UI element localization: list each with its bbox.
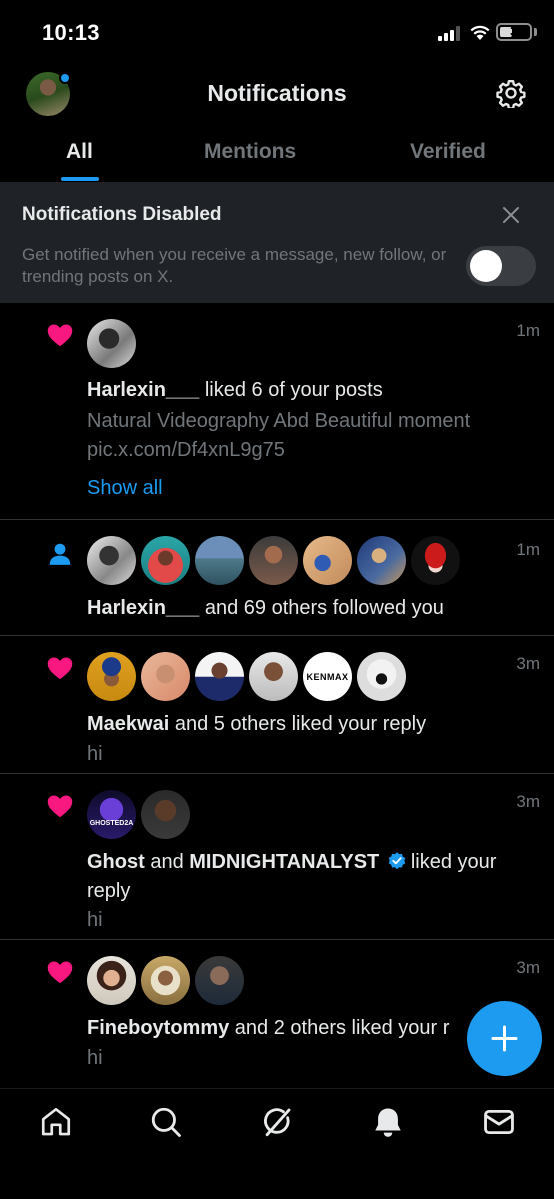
notifications-toggle[interactable] bbox=[466, 246, 536, 286]
header: Notifications bbox=[0, 62, 554, 126]
home-icon[interactable] bbox=[39, 1105, 73, 1139]
wifi-icon bbox=[470, 25, 490, 40]
avatar[interactable] bbox=[87, 536, 136, 585]
verified-badge-icon bbox=[388, 852, 406, 870]
actor2-name[interactable]: MIDNIGHTANALYST bbox=[189, 851, 379, 873]
action-text: and 2 others liked your r bbox=[229, 1017, 450, 1039]
reply-preview: hi bbox=[87, 909, 103, 931]
show-all-link[interactable]: Show all bbox=[87, 477, 163, 500]
avatar[interactable] bbox=[249, 536, 298, 585]
action-text: and 5 others liked your reply bbox=[169, 713, 427, 735]
notifications-disabled-banner: Notifications Disabled Get notified when… bbox=[0, 182, 554, 303]
heart-icon bbox=[47, 324, 73, 347]
toggle-knob bbox=[470, 250, 502, 282]
reply-preview: hi bbox=[87, 1047, 103, 1069]
notification-text: Maekwai and 5 others liked your reply bbox=[87, 710, 426, 739]
avatar-group: GHOSTED2A bbox=[87, 790, 197, 840]
messages-icon[interactable] bbox=[482, 1105, 516, 1139]
heart-icon bbox=[47, 657, 73, 680]
reply-preview: hi bbox=[87, 743, 103, 765]
avatar[interactable] bbox=[141, 790, 190, 839]
battery-icon: 3 bbox=[496, 23, 532, 41]
grok-icon[interactable] bbox=[260, 1105, 294, 1139]
signal-icon bbox=[438, 25, 464, 41]
avatar[interactable] bbox=[357, 536, 406, 585]
gear-icon[interactable] bbox=[496, 78, 526, 108]
bottom-nav bbox=[0, 1088, 554, 1199]
actor-name[interactable]: Fineboytommy bbox=[87, 1017, 229, 1039]
action-text-line2: reply bbox=[87, 880, 131, 902]
notifications-feed: 1m Harlexin___ liked 6 of your posts Nat… bbox=[0, 303, 554, 1080]
person-icon bbox=[49, 543, 71, 565]
avatar[interactable] bbox=[87, 652, 136, 701]
battery-cap bbox=[534, 28, 537, 36]
action-text: liked 6 of your posts bbox=[199, 379, 383, 401]
avatar-kenmax[interactable]: KENMAX bbox=[303, 652, 352, 701]
heart-icon bbox=[47, 795, 73, 818]
notification-time: 3m bbox=[516, 958, 540, 977]
action-text: and 69 others followed you bbox=[199, 597, 444, 619]
avatar[interactable] bbox=[357, 652, 406, 701]
notifications-icon[interactable] bbox=[371, 1105, 405, 1139]
notification-text: Ghost and MIDNIGHTANALYST liked your bbox=[87, 848, 537, 877]
actor-name[interactable]: Maekwai bbox=[87, 713, 169, 735]
connector-text: and bbox=[144, 851, 190, 873]
avatar[interactable] bbox=[87, 956, 136, 1005]
avatar-group bbox=[87, 956, 257, 1006]
page-title: Notifications bbox=[207, 80, 347, 106]
notification-item[interactable]: 1m Harlexin___ and 69 others followed yo… bbox=[0, 520, 554, 636]
heart-icon bbox=[47, 961, 73, 984]
avatar[interactable] bbox=[195, 536, 244, 585]
post-preview: Natural Videography Abd Beautiful moment bbox=[87, 410, 471, 432]
notification-item[interactable]: KENMAX 3m Maekwai and 5 others liked you… bbox=[0, 636, 554, 774]
active-tab-indicator bbox=[61, 177, 99, 181]
notification-time: 1m bbox=[516, 540, 540, 559]
notification-text: Fineboytommy and 2 others liked your r bbox=[87, 1014, 449, 1043]
compose-button[interactable] bbox=[467, 1001, 542, 1076]
battery-level: 3 bbox=[510, 23, 518, 39]
avatar[interactable] bbox=[141, 956, 190, 1005]
avatar[interactable] bbox=[195, 652, 244, 701]
avatar[interactable] bbox=[87, 319, 136, 368]
actor-name[interactable]: Harlexin___ bbox=[87, 379, 199, 401]
avatar-ghosted2a[interactable]: GHOSTED2A bbox=[87, 790, 136, 839]
avatar[interactable] bbox=[141, 536, 190, 585]
avatar[interactable] bbox=[141, 652, 190, 701]
notification-text: Harlexin___ and 69 others followed you bbox=[87, 594, 444, 623]
actor-name[interactable]: Ghost bbox=[87, 851, 145, 873]
tab-mentions[interactable]: Mentions bbox=[204, 140, 296, 164]
avatar-group: KENMAX bbox=[87, 652, 417, 702]
notification-time: 1m bbox=[516, 321, 540, 340]
status-time: 10:13 bbox=[42, 20, 100, 45]
plus-icon bbox=[491, 1025, 518, 1052]
notification-item[interactable]: 1m Harlexin___ liked 6 of your posts Nat… bbox=[0, 303, 554, 520]
notification-item[interactable]: 3m Fineboytommy and 2 others liked your … bbox=[0, 940, 554, 1080]
tab-verified[interactable]: Verified bbox=[410, 140, 486, 164]
notification-item[interactable]: GHOSTED2A 3m Ghost and MIDNIGHTANALYST l… bbox=[0, 774, 554, 940]
tab-all[interactable]: All bbox=[66, 140, 93, 164]
close-icon[interactable] bbox=[500, 204, 522, 226]
action-text: liked your bbox=[410, 851, 497, 873]
banner-title: Notifications Disabled bbox=[22, 204, 222, 225]
avatar[interactable] bbox=[195, 956, 244, 1005]
actor-name[interactable]: Harlexin___ bbox=[87, 597, 199, 619]
avatar[interactable] bbox=[411, 536, 460, 585]
post-link: pic.x.com/Df4xnL9g75 bbox=[87, 439, 285, 461]
banner-text: Get notified when you receive a message,… bbox=[22, 245, 447, 286]
notification-time: 3m bbox=[516, 792, 540, 811]
avatar-group bbox=[87, 536, 467, 586]
avatar[interactable] bbox=[249, 652, 298, 701]
notification-time: 3m bbox=[516, 654, 540, 673]
notification-text: Harlexin___ liked 6 of your posts bbox=[87, 376, 383, 405]
avatar[interactable] bbox=[303, 536, 352, 585]
tab-bar: All Mentions Verified bbox=[0, 126, 554, 182]
search-icon[interactable] bbox=[149, 1105, 183, 1139]
status-bar: 10:13 3 bbox=[0, 0, 554, 62]
